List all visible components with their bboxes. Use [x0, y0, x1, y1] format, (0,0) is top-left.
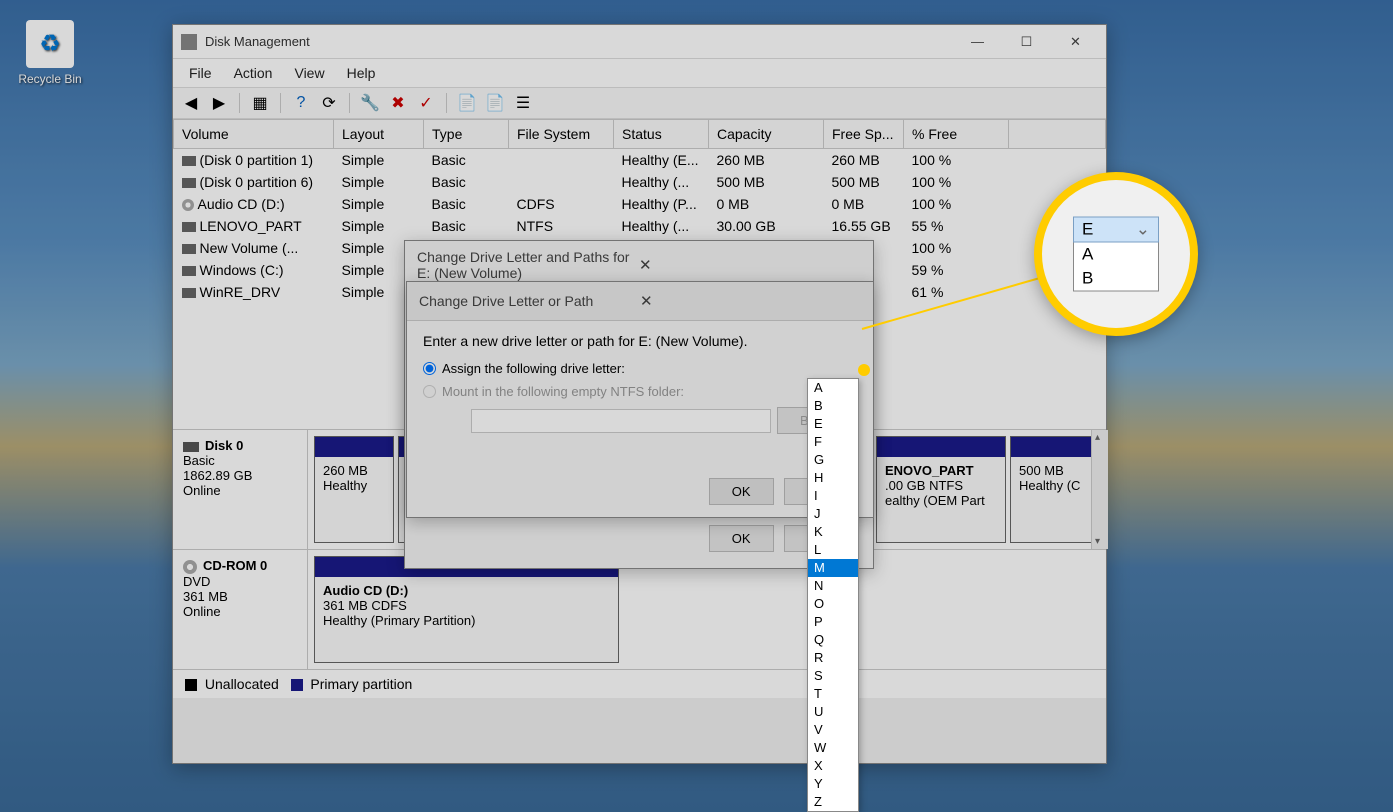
menu-action[interactable]: Action — [224, 61, 283, 85]
radio-mount-input[interactable] — [423, 385, 436, 398]
dropdown-option[interactable]: R — [808, 649, 858, 667]
recycle-bin-icon — [26, 20, 74, 68]
menu-view[interactable]: View — [284, 61, 334, 85]
partition[interactable]: 500 MB Healthy (C — [1010, 436, 1100, 543]
table-row[interactable]: (Disk 0 partition 6)SimpleBasicHealthy (… — [174, 171, 1106, 193]
back-icon[interactable]: ◀ — [179, 91, 203, 115]
col-capacity[interactable]: Capacity — [709, 120, 824, 149]
check-icon[interactable]: ✓ — [414, 91, 438, 115]
close-button[interactable]: ✕ — [1053, 28, 1098, 56]
table-row[interactable]: Audio CD (D:)SimpleBasicCDFSHealthy (P..… — [174, 193, 1106, 215]
disk-icon — [183, 442, 199, 452]
legend: Unallocated Primary partition — [173, 670, 1106, 698]
titlebar[interactable]: Disk Management — ☐ ✕ — [173, 25, 1106, 59]
ok-button[interactable]: OK — [709, 525, 774, 552]
menubar: File Action View Help — [173, 59, 1106, 87]
partition[interactable]: 260 MB Healthy — [314, 436, 394, 543]
dialog-title-text: Change Drive Letter and Paths for E: (Ne… — [417, 249, 631, 281]
col-status[interactable]: Status — [614, 120, 709, 149]
menu-help[interactable]: Help — [337, 61, 386, 85]
radio-assign-input[interactable] — [423, 362, 436, 375]
dropdown-option[interactable]: V — [808, 721, 858, 739]
dropdown-option[interactable]: F — [808, 433, 858, 451]
menu-file[interactable]: File — [179, 61, 222, 85]
ok-button[interactable]: OK — [709, 478, 774, 505]
zoom-callout: E A B — [1034, 172, 1198, 336]
dropdown-option[interactable]: T — [808, 685, 858, 703]
instruction-text: Enter a new drive letter or path for E: … — [423, 333, 857, 349]
dropdown-option[interactable]: L — [808, 541, 858, 559]
window-title: Disk Management — [205, 34, 955, 49]
dropdown-option[interactable]: J — [808, 505, 858, 523]
forward-icon[interactable]: ▶ — [207, 91, 231, 115]
dropdown-option[interactable]: P — [808, 613, 858, 631]
maximize-button[interactable]: ☐ — [1004, 28, 1049, 56]
partition[interactable]: ENOVO_PART .00 GB NTFS ealthy (OEM Part — [876, 436, 1006, 543]
dropdown-option[interactable]: B — [808, 397, 858, 415]
callout-anchor — [858, 364, 870, 376]
legend-swatch-primary — [291, 679, 303, 691]
col-free[interactable]: Free Sp... — [824, 120, 904, 149]
table-row[interactable]: LENOVO_PARTSimpleBasicNTFSHealthy (...30… — [174, 215, 1106, 237]
radio-mount[interactable]: Mount in the following empty NTFS folder… — [423, 384, 857, 399]
show-hide-icon[interactable]: ▦ — [248, 91, 272, 115]
col-fs[interactable]: File System — [509, 120, 614, 149]
recycle-bin-label: Recycle Bin — [14, 72, 86, 86]
scrollbar[interactable] — [1091, 430, 1108, 549]
dropdown-option[interactable]: I — [808, 487, 858, 505]
dialog-change-letter: Change Drive Letter or Path ✕ Enter a ne… — [406, 281, 874, 518]
dropdown-option[interactable]: X — [808, 757, 858, 775]
zoom-drive-select[interactable]: E — [1073, 217, 1159, 243]
dropdown-option[interactable]: Z — [808, 793, 858, 811]
help-icon[interactable]: ? — [289, 91, 313, 115]
dropdown-option[interactable]: B — [1074, 267, 1158, 291]
dropdown-option[interactable]: N — [808, 577, 858, 595]
dropdown-option[interactable]: Q — [808, 631, 858, 649]
dropdown-option[interactable]: G — [808, 451, 858, 469]
drive-letter-dropdown[interactable]: ABEFGHIJKLMNOPQRSTUVWXYZ — [807, 378, 859, 812]
delete-icon[interactable]: ✖ — [386, 91, 410, 115]
add-icon[interactable]: 📄 — [483, 91, 507, 115]
dialog-title-text: Change Drive Letter or Path — [419, 293, 632, 309]
dropdown-option[interactable]: S — [808, 667, 858, 685]
refresh-icon[interactable]: ⟳ — [317, 91, 341, 115]
dropdown-option[interactable]: U — [808, 703, 858, 721]
ntfs-folder-input — [471, 409, 771, 433]
list-icon[interactable]: ☰ — [511, 91, 535, 115]
dropdown-option[interactable]: K — [808, 523, 858, 541]
recycle-bin[interactable]: Recycle Bin — [14, 20, 86, 86]
col-type[interactable]: Type — [424, 120, 509, 149]
app-icon — [181, 34, 197, 50]
minimize-button[interactable]: — — [955, 28, 1000, 56]
close-icon[interactable]: ✕ — [631, 254, 861, 276]
cd-icon — [183, 560, 197, 574]
dropdown-option[interactable]: Y — [808, 775, 858, 793]
properties-icon[interactable]: 🔧 — [358, 91, 382, 115]
dropdown-option[interactable]: O — [808, 595, 858, 613]
radio-assign[interactable]: Assign the following drive letter: — [423, 361, 857, 376]
dropdown-option[interactable]: A — [808, 379, 858, 397]
dropdown-option[interactable]: H — [808, 469, 858, 487]
dropdown-option[interactable]: E — [808, 415, 858, 433]
toolbar: ◀ ▶ ▦ ? ⟳ 🔧 ✖ ✓ 📄 📄 ☰ — [173, 87, 1106, 119]
col-pct[interactable]: % Free — [904, 120, 1009, 149]
partition[interactable]: Audio CD (D:) 361 MB CDFS Healthy (Prima… — [314, 556, 619, 663]
new-icon[interactable]: 📄 — [455, 91, 479, 115]
zoom-dropdown[interactable]: A B — [1073, 243, 1159, 292]
col-layout[interactable]: Layout — [334, 120, 424, 149]
col-volume[interactable]: Volume — [174, 120, 334, 149]
legend-swatch-unallocated — [185, 679, 197, 691]
close-icon[interactable]: ✕ — [632, 290, 861, 312]
dropdown-option[interactable]: M — [808, 559, 858, 577]
col-spacer — [1009, 120, 1106, 149]
dropdown-option[interactable]: W — [808, 739, 858, 757]
table-row[interactable]: (Disk 0 partition 1)SimpleBasicHealthy (… — [174, 149, 1106, 172]
dropdown-option[interactable]: A — [1074, 243, 1158, 267]
